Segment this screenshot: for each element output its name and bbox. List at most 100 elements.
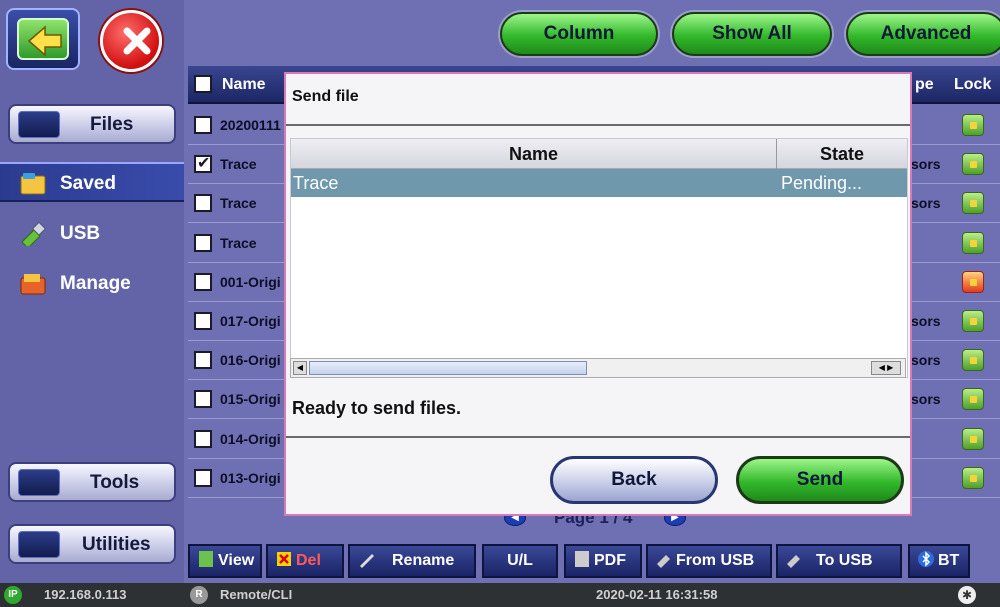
- row-checkbox[interactable]: [194, 312, 212, 330]
- from-usb-button[interactable]: From USB: [646, 544, 772, 578]
- row-checkbox[interactable]: [194, 194, 212, 213]
- bluetooth-button[interactable]: BT: [908, 544, 970, 578]
- utilities-button[interactable]: Utilities: [8, 524, 176, 564]
- files-icon: [18, 111, 60, 138]
- bluetooth-label: BT: [938, 552, 960, 569]
- sidebar-item-usb[interactable]: USB: [0, 214, 184, 254]
- row-file-name: 017-Origi: [220, 313, 281, 329]
- lock-icon[interactable]: [962, 192, 984, 215]
- row-checkbox[interactable]: [194, 153, 212, 174]
- pdf-icon: [575, 551, 589, 567]
- row-checkbox[interactable]: [194, 429, 212, 448]
- scroll-left-icon[interactable]: ◀: [293, 361, 307, 375]
- header-type: pe: [915, 76, 934, 93]
- date-time: 2020-02-11 16:31:58: [596, 587, 718, 602]
- delete-label: Del: [296, 552, 321, 569]
- ul-label: U/L: [507, 552, 533, 569]
- row-checkbox[interactable]: [194, 390, 212, 409]
- row-file-name: Trace: [220, 156, 257, 173]
- pdf-label: PDF: [594, 552, 626, 569]
- lock-icon[interactable]: [962, 114, 984, 136]
- show-all-button[interactable]: Show All: [672, 12, 832, 56]
- lock-icon[interactable]: [962, 310, 984, 332]
- lock-icon[interactable]: [962, 153, 984, 176]
- row-file-type: sors: [911, 195, 941, 212]
- select-all-checkbox[interactable]: [194, 75, 212, 93]
- row-checkbox[interactable]: [194, 116, 212, 134]
- view-icon: [199, 551, 213, 567]
- header-name: Name: [222, 76, 266, 93]
- view-label: View: [218, 552, 255, 569]
- view-button[interactable]: View: [188, 544, 262, 578]
- sidebar-item-label: Manage: [60, 273, 131, 294]
- header-lock: Lock: [954, 76, 992, 93]
- sidebar-item-label: USB: [60, 223, 101, 244]
- dialog-send-button[interactable]: Send: [736, 456, 904, 504]
- files-button[interactable]: Files: [8, 104, 176, 144]
- delete-button[interactable]: Del: [266, 544, 344, 578]
- delete-icon: [277, 552, 291, 566]
- divider: [286, 436, 910, 438]
- close-icon: [100, 10, 162, 72]
- row-file-type: sors: [911, 352, 941, 369]
- sidebar-item-saved[interactable]: Saved: [0, 162, 184, 202]
- column-button[interactable]: Column: [500, 12, 658, 56]
- bluetooth-icon: [918, 551, 934, 567]
- row-file-type: sors: [911, 156, 941, 173]
- scroll-thumb[interactable]: [309, 361, 587, 375]
- usb-icon: [787, 555, 800, 568]
- utilities-icon: [18, 531, 60, 558]
- column-state: State: [819, 144, 864, 164]
- lock-icon[interactable]: [962, 466, 984, 489]
- ul-button[interactable]: U/L: [482, 544, 558, 578]
- utilities-label: Utilities: [82, 534, 151, 555]
- pdf-button[interactable]: PDF: [564, 544, 642, 578]
- close-button[interactable]: [92, 8, 176, 74]
- lock-icon[interactable]: [962, 270, 984, 293]
- lock-icon[interactable]: [962, 349, 984, 372]
- row-file-name: 20200111: [220, 117, 281, 133]
- send-queue-table: Name State Trace Pending...: [290, 138, 908, 378]
- sidebar-item-manage[interactable]: Manage: [0, 264, 184, 304]
- bluetooth-status-icon: ✱: [958, 586, 976, 604]
- lock-icon[interactable]: [962, 388, 984, 411]
- row-file-type: sors: [911, 391, 941, 408]
- dialog-status-text: Ready to send files.: [292, 398, 462, 418]
- row-file-name: Trace: [220, 234, 257, 251]
- to-usb-button[interactable]: To USB: [776, 544, 902, 578]
- rename-button[interactable]: Rename: [348, 544, 476, 578]
- sidebar-item-label: Saved: [60, 173, 116, 194]
- ip-address: 192.168.0.113: [44, 587, 127, 602]
- advanced-button[interactable]: Advanced: [846, 12, 1000, 56]
- queue-file-name: Trace: [293, 173, 339, 193]
- manage-folder-icon: [20, 274, 46, 295]
- tools-label: Tools: [90, 472, 140, 493]
- scroll-right-icon[interactable]: ◀ ▶: [871, 361, 901, 375]
- folder-icon: [20, 173, 46, 195]
- horizontal-scrollbar[interactable]: ◀ ◀ ▶: [290, 358, 906, 378]
- rename-icon: [360, 554, 374, 568]
- row-file-name: 001-Origi: [220, 273, 281, 290]
- row-checkbox[interactable]: [194, 468, 212, 487]
- remote-status: Remote/CLI: [220, 587, 293, 602]
- column-name: Name: [291, 139, 777, 169]
- row-file-name: 013-Origi: [220, 469, 281, 486]
- lock-icon[interactable]: [962, 231, 984, 254]
- dialog-back-button[interactable]: Back: [550, 456, 718, 504]
- row-checkbox[interactable]: [194, 233, 212, 252]
- send-file-dialog: Send file Name State Trace Pending... ◀ …: [284, 72, 912, 516]
- back-button[interactable]: [6, 8, 80, 70]
- back-arrow-icon: [17, 18, 69, 60]
- row-checkbox[interactable]: [194, 351, 212, 370]
- divider: [286, 124, 910, 126]
- send-queue-row[interactable]: Trace Pending...: [291, 169, 907, 197]
- files-label: Files: [90, 114, 134, 135]
- row-file-type: sors: [911, 313, 941, 329]
- ip-badge-icon: IP: [4, 586, 22, 604]
- row-file-name: 015-Origi: [220, 391, 281, 408]
- tools-button[interactable]: Tools: [8, 462, 176, 502]
- file-manager-screen: Files Saved USB Manage Tools Utilities C…: [0, 0, 1000, 607]
- row-checkbox[interactable]: [194, 272, 212, 291]
- lock-icon[interactable]: [962, 427, 984, 450]
- rename-label: Rename: [392, 552, 455, 569]
